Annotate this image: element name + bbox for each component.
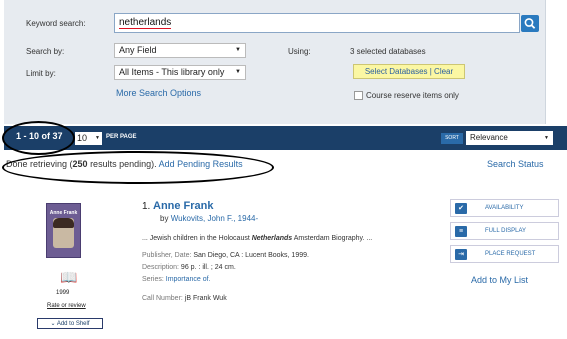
author-link[interactable]: Wukovits, John F., 1944- (171, 214, 258, 223)
more-search-options-link[interactable]: More Search Options (116, 88, 201, 98)
keyword-search-input[interactable]: netherlands (114, 13, 520, 33)
description-line: Description: 96 p. : ill. ; 24 cm. (142, 264, 236, 271)
sort-select[interactable]: Relevance ▼ (466, 131, 553, 145)
databases-text: 3 selected databases (350, 47, 426, 56)
search-icon (524, 18, 536, 29)
chevron-down-icon: ▼ (544, 135, 549, 141)
chevron-down-icon: ▼ (95, 135, 100, 141)
results-bar: 1 - 10 of 37 10 ▼ PER PAGE SORT Relevance… (4, 126, 567, 150)
publication-year: 1999 (56, 290, 70, 296)
result-snippet: ... Jewish children in the Holocaust Net… (142, 235, 373, 242)
full-display-button[interactable]: ≡ FULL DISPLAY (450, 222, 559, 240)
search-panel: Keyword search: netherlands Search by: A… (4, 0, 546, 124)
search-by-select[interactable]: Any Field ▼ (114, 43, 246, 58)
chevron-down-icon: ▼ (235, 69, 241, 75)
using-label: Using: (288, 47, 311, 56)
request-icon: ⇥ (455, 249, 467, 260)
course-reserve-checkbox[interactable] (354, 91, 363, 100)
per-page-select[interactable]: 10 ▼ (75, 132, 102, 145)
course-reserve-label: Course reserve items only (366, 91, 459, 100)
search-by-label: Search by: (26, 47, 65, 56)
per-page-label: PER PAGE (106, 134, 137, 140)
result-number: 1. (142, 201, 151, 212)
keyword-label: Keyword search: (26, 19, 86, 28)
call-number-line: Call Number: jB Frank Wuk (142, 295, 227, 302)
clear-link[interactable]: Clear (434, 67, 453, 76)
limit-by-select[interactable]: All Items - This library only ▼ (114, 65, 246, 80)
limit-by-label: Limit by: (26, 69, 56, 78)
publisher-line: Publisher, Date: San Diego, CA : Lucent … (142, 252, 309, 259)
annotation-ellipse-status (2, 151, 274, 184)
list-icon: ≡ (455, 226, 467, 237)
series-link[interactable]: Importance of. (166, 276, 211, 283)
select-databases-button[interactable]: Select Databases | Clear (353, 64, 465, 79)
search-status-link[interactable]: Search Status (487, 159, 544, 169)
chevron-down-icon: ⌄ (50, 321, 56, 327)
annotation-circle-count (2, 121, 75, 155)
sort-label: SORT (441, 133, 463, 144)
search-button[interactable] (521, 15, 539, 32)
availability-button[interactable]: ✔ AVAILABILITY (450, 199, 559, 217)
check-icon: ✔ (455, 203, 467, 214)
result-title-link[interactable]: Anne Frank (153, 200, 214, 212)
book-cover-image[interactable]: Anne Frank (46, 203, 81, 258)
rate-or-review-link[interactable]: Rate or review (47, 303, 86, 309)
series-line: Series: Importance of. (142, 276, 211, 283)
add-to-shelf-button[interactable]: ⌄ Add to Shelf (37, 318, 103, 329)
book-icon: 📖 (60, 269, 78, 285)
add-to-my-list-link[interactable]: Add to My List (471, 275, 528, 285)
author-line: by Wukovits, John F., 1944- (160, 214, 259, 223)
place-request-button[interactable]: ⇥ PLACE REQUEST (450, 245, 559, 263)
chevron-down-icon: ▼ (235, 47, 241, 53)
select-databases-link[interactable]: Select Databases (365, 67, 428, 76)
